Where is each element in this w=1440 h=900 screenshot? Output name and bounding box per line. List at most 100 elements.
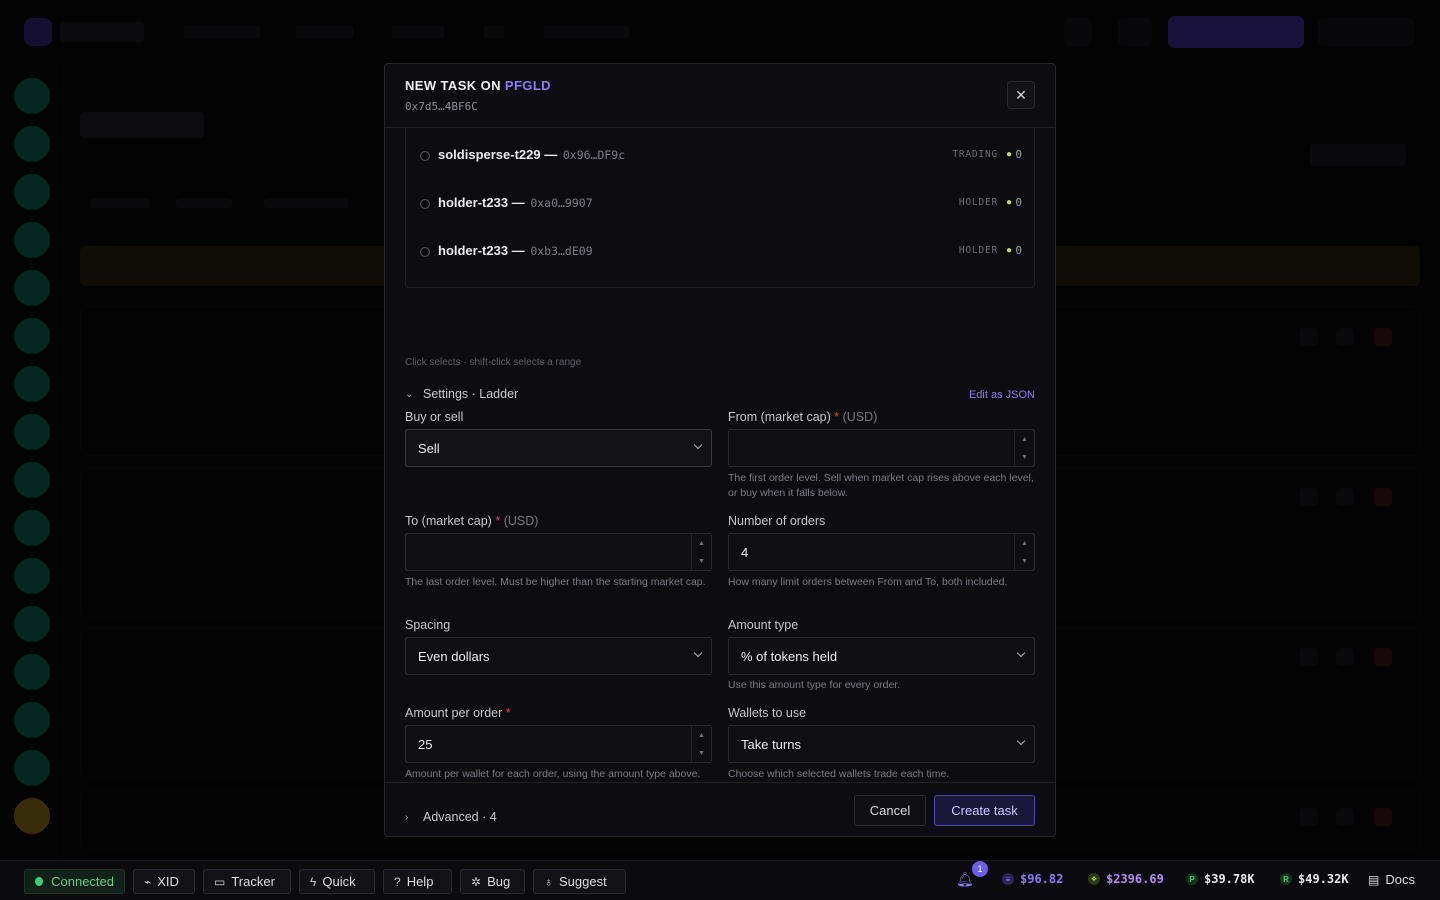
number-stepper[interactable]: ▲ ▼ bbox=[1014, 534, 1034, 570]
number-of-orders-input[interactable]: ▲ ▼ bbox=[728, 533, 1035, 571]
token-symbol: PFGLD bbox=[504, 78, 551, 93]
chevron-down-icon: ⌄ bbox=[405, 388, 414, 400]
new-task-modal: NEW TASK ON PFGLD 0x7d5…4BF6C ✕ soldisper… bbox=[384, 63, 1056, 837]
price-ticker-p[interactable]: P $39.78K bbox=[1186, 872, 1255, 886]
suggest-button[interactable]: ♁ Suggest bbox=[533, 869, 626, 894]
settings-toggle[interactable]: ⌄ Settings · Ladder bbox=[405, 387, 518, 401]
r-token-icon: R bbox=[1280, 873, 1292, 885]
contract-address: 0x7d5…4BF6C bbox=[405, 100, 478, 113]
from-market-cap-help: The first order level. Sell when market … bbox=[728, 472, 1034, 499]
step-down-icon[interactable]: ▼ bbox=[1015, 448, 1034, 466]
notification-count-badge: 1 bbox=[972, 861, 988, 877]
connection-label: Connected bbox=[51, 874, 114, 889]
document-icon: ▤ bbox=[1368, 872, 1380, 887]
solana-icon: ≡ bbox=[1002, 873, 1014, 885]
spacing-value: Even dollars bbox=[418, 649, 490, 664]
wallet-count: 0 bbox=[1015, 148, 1022, 161]
step-up-icon[interactable]: ▲ bbox=[1015, 534, 1034, 552]
wallet-tag: HOLDER bbox=[958, 245, 998, 256]
wallet-count: 0 bbox=[1015, 196, 1022, 209]
wallet-select-radio[interactable] bbox=[420, 151, 430, 161]
chevron-down-icon bbox=[1016, 736, 1026, 746]
price-ticker-r[interactable]: R $49.32K bbox=[1280, 872, 1349, 886]
quick-button[interactable]: ϟ Quick bbox=[299, 869, 375, 894]
number-stepper[interactable]: ▲ ▼ bbox=[691, 726, 711, 762]
amount-type-label: Amount type bbox=[728, 618, 799, 632]
tracker-button[interactable]: ▭ Tracker bbox=[203, 869, 291, 894]
step-up-icon[interactable]: ▲ bbox=[692, 534, 711, 552]
help-button[interactable]: ? Help bbox=[383, 869, 452, 894]
edit-as-json-link[interactable]: Edit as JSON bbox=[969, 389, 1035, 401]
amount-type-help: Use this amount type for every order. bbox=[728, 679, 901, 691]
number-of-orders-help: How many limit orders between From and T… bbox=[728, 576, 1008, 588]
bug-icon: ✲ bbox=[471, 874, 482, 889]
number-of-orders-label: Number of orders bbox=[728, 514, 826, 528]
step-down-icon[interactable]: ▼ bbox=[692, 744, 711, 762]
price-ticker-solana[interactable]: ≡ $96.82 bbox=[1002, 872, 1063, 886]
lightning-icon: ϟ bbox=[310, 874, 317, 889]
number-stepper[interactable]: ▲ ▼ bbox=[691, 534, 711, 570]
to-market-cap-label: To (market cap) * (USD) bbox=[405, 514, 539, 528]
modal-title-prefix: NEW TASK ON bbox=[405, 78, 501, 93]
number-stepper[interactable]: ▲ ▼ bbox=[1014, 430, 1034, 466]
from-market-cap-input[interactable]: ▲ ▼ bbox=[728, 429, 1035, 467]
wallet-count: 0 bbox=[1015, 244, 1022, 257]
wallet-select-hint: Click selects · shift-click selects a ra… bbox=[405, 357, 582, 368]
lightbulb-icon: ♁ bbox=[544, 874, 553, 889]
spacing-select[interactable]: Even dollars bbox=[405, 637, 712, 675]
modal-header: NEW TASK ON PFGLD 0x7d5…4BF6C ✕ bbox=[385, 64, 1055, 128]
wallet-name: soldisperse-t229 — 0x96…DF9c bbox=[438, 147, 626, 162]
wallet-name: holder-t233 — 0xa0…9907 bbox=[438, 195, 593, 210]
from-market-cap-field[interactable] bbox=[729, 430, 1015, 466]
amount-type-select[interactable]: % of tokens held bbox=[728, 637, 1035, 675]
buy-or-sell-value: Sell bbox=[418, 441, 440, 456]
wallet-row[interactable]: holder-t233 — 0xa0…9907 HOLDER ● 0 bbox=[406, 176, 1034, 216]
help-circle-icon: ? bbox=[394, 874, 401, 889]
wallets-to-use-value: Take turns bbox=[741, 737, 801, 752]
bug-button[interactable]: ✲ Bug bbox=[460, 869, 525, 894]
price-ticker-eth[interactable]: ⟡ $2396.69 bbox=[1088, 872, 1164, 886]
step-down-icon[interactable]: ▼ bbox=[692, 552, 711, 570]
create-task-button[interactable]: Create task bbox=[934, 795, 1035, 826]
chevron-down-icon bbox=[693, 440, 703, 450]
leaf-icon: ● bbox=[1005, 245, 1012, 256]
wallet-tag: TRADING bbox=[952, 149, 998, 160]
to-market-cap-help: The last order level. Must be higher tha… bbox=[405, 576, 706, 588]
eth-icon: ⟡ bbox=[1088, 873, 1100, 885]
wallets-to-use-help: Choose which selected wallets trade each… bbox=[728, 768, 950, 780]
wallet-row[interactable]: holder-t233 — 0xb3…dE09 HOLDER ● 0 bbox=[406, 224, 1034, 264]
amount-per-order-field[interactable] bbox=[406, 726, 692, 762]
chevron-down-icon bbox=[1016, 648, 1026, 658]
modal-footer: Cancel Create task bbox=[385, 782, 1055, 836]
p-token-icon: P bbox=[1186, 873, 1198, 885]
buy-or-sell-label: Buy or sell bbox=[405, 410, 464, 424]
connection-status[interactable]: Connected bbox=[24, 869, 125, 894]
step-down-icon[interactable]: ▼ bbox=[1015, 552, 1034, 570]
wallet-address: 0xa0…9907 bbox=[530, 196, 593, 210]
to-market-cap-field[interactable] bbox=[406, 534, 692, 570]
wallet-tag: HOLDER bbox=[958, 197, 998, 208]
step-up-icon[interactable]: ▲ bbox=[1015, 430, 1034, 448]
leaf-icon: ● bbox=[1005, 149, 1012, 160]
settings-toggle-label: Settings · Ladder bbox=[423, 387, 519, 401]
to-market-cap-input[interactable]: ▲ ▼ bbox=[405, 533, 712, 571]
close-icon: ✕ bbox=[1015, 86, 1027, 103]
step-up-icon[interactable]: ▲ bbox=[692, 726, 711, 744]
wallet-list: soldisperse-t229 — 0x96…DF9c TRADING ● 0… bbox=[405, 128, 1035, 288]
close-button[interactable]: ✕ bbox=[1007, 81, 1035, 109]
wallet-select-radio[interactable] bbox=[420, 247, 430, 257]
wallet-icon: ▭ bbox=[214, 874, 226, 889]
rss-icon: ⌁ bbox=[144, 874, 152, 889]
wallet-row[interactable]: soldisperse-t229 — 0x96…DF9c TRADING ● 0 bbox=[406, 128, 1034, 168]
docs-link[interactable]: ▤ Docs bbox=[1368, 872, 1415, 887]
cancel-button[interactable]: Cancel bbox=[854, 795, 926, 826]
buy-or-sell-select[interactable]: Sell bbox=[405, 429, 712, 467]
wallet-name: holder-t233 — 0xb3…dE09 bbox=[438, 243, 593, 258]
xid-button[interactable]: ⌁ XID bbox=[133, 869, 195, 894]
wallet-select-radio[interactable] bbox=[420, 199, 430, 209]
amount-per-order-label: Amount per order * bbox=[405, 706, 511, 720]
number-of-orders-field[interactable] bbox=[729, 534, 1015, 570]
wallets-to-use-select[interactable]: Take turns bbox=[728, 725, 1035, 763]
chevron-down-icon bbox=[693, 648, 703, 658]
amount-per-order-input[interactable]: ▲ ▼ bbox=[405, 725, 712, 763]
